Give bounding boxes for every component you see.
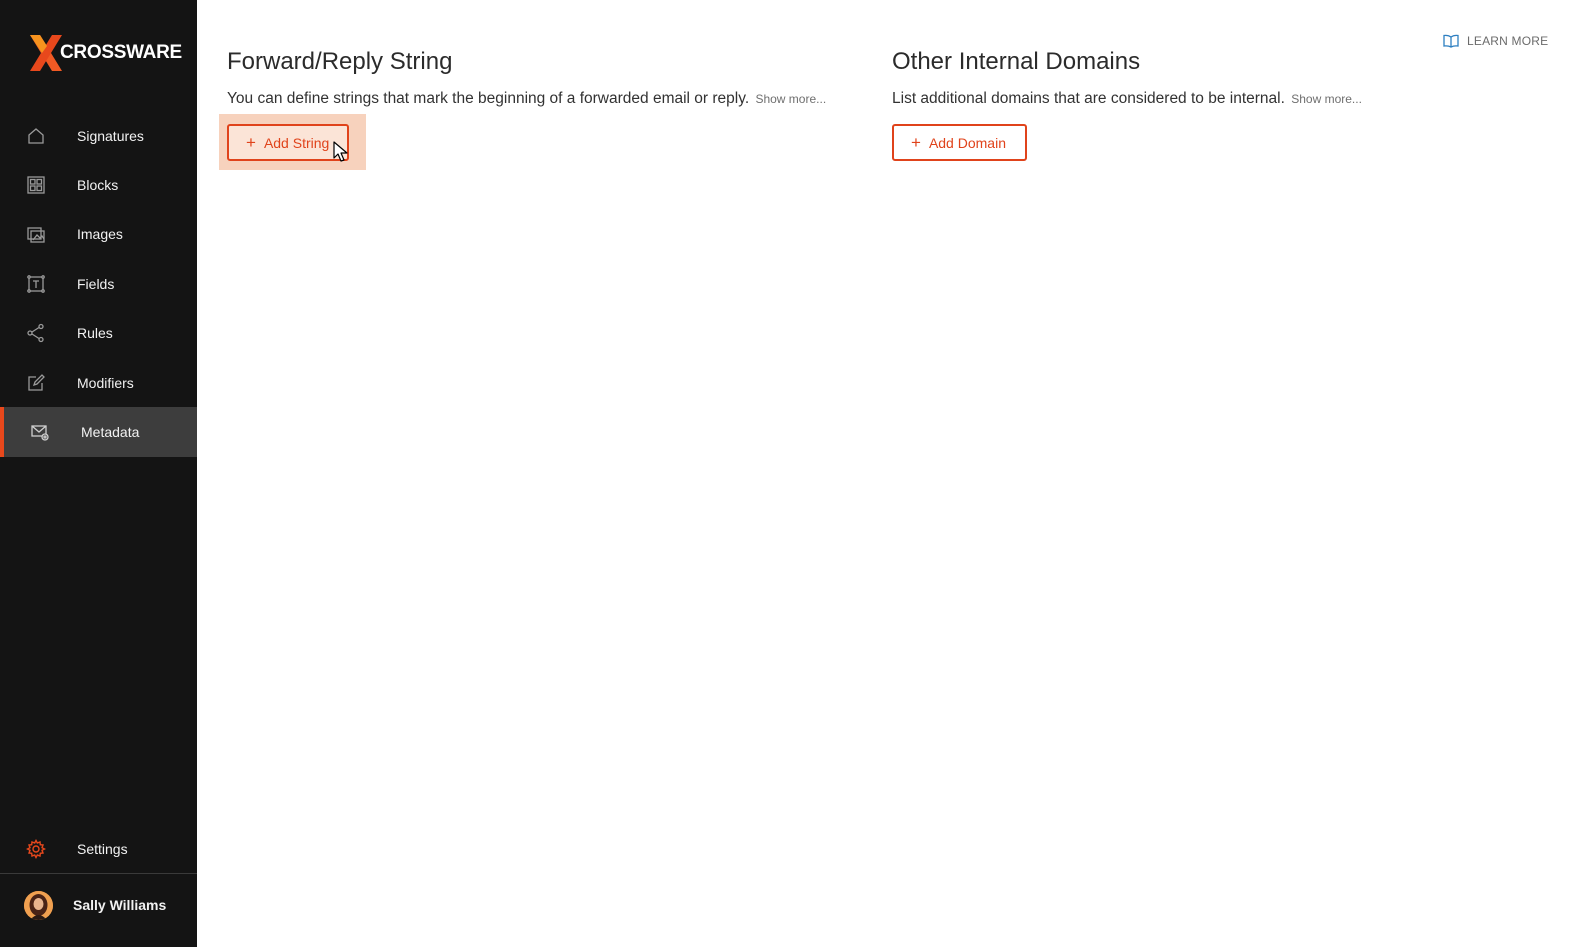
sidebar-item-blocks[interactable]: Blocks [0, 160, 197, 209]
edit-square-icon [26, 373, 46, 393]
sidebar-nav: Signatures Blocks Images Fields Rules Mo… [0, 111, 197, 458]
sidebar-item-label: Modifiers [77, 374, 134, 391]
learn-more-link[interactable]: LEARN MORE [1443, 34, 1548, 48]
brand-name: CROSSWARE [60, 42, 182, 63]
section-description: You can define strings that mark the beg… [227, 90, 826, 108]
user-profile[interactable]: Sally Williams [0, 880, 197, 930]
settings-label: Settings [77, 841, 128, 857]
sidebar-item-settings[interactable]: Settings [0, 825, 197, 873]
sidebar-item-fields[interactable]: Fields [0, 259, 197, 308]
user-name: Sally Williams [73, 897, 167, 913]
forward-reply-section: Forward/Reply String You can define stri… [227, 46, 826, 108]
sidebar-divider [0, 873, 197, 874]
show-more-link[interactable]: Show more... [1291, 92, 1362, 106]
sidebar-item-metadata[interactable]: Metadata [0, 407, 197, 458]
section-title: Other Internal Domains [892, 48, 1141, 75]
sidebar: CROSSWARE Signatures Blocks Images Field… [0, 0, 197, 947]
mail-settings-icon [30, 422, 50, 442]
sidebar-item-signatures[interactable]: Signatures [0, 111, 197, 160]
learn-more-label: LEARN MORE [1467, 34, 1549, 48]
home-icon [26, 126, 46, 146]
sidebar-item-label: Blocks [77, 177, 119, 194]
sidebar-item-label: Images [77, 226, 123, 243]
blocks-grid-icon [26, 175, 46, 195]
section-title: Forward/Reply String [227, 48, 453, 75]
section-description: List additional domains that are conside… [892, 90, 1362, 108]
add-string-button[interactable]: + Add String [227, 124, 349, 161]
sidebar-item-label: Metadata [81, 424, 140, 441]
sidebar-item-rules[interactable]: Rules [0, 309, 197, 358]
mouse-cursor-icon [333, 141, 348, 162]
images-icon [26, 224, 46, 244]
open-book-icon [1443, 34, 1459, 48]
plus-icon: + [246, 133, 256, 152]
gear-icon [26, 839, 46, 859]
sidebar-item-images[interactable]: Images [0, 210, 197, 259]
sidebar-item-modifiers[interactable]: Modifiers [0, 358, 197, 407]
avatar [24, 890, 53, 920]
text-field-icon [26, 274, 46, 294]
share-nodes-icon [26, 323, 46, 343]
button-label: Add Domain [928, 134, 1006, 151]
crossware-x-icon [30, 35, 62, 71]
crossware-logo[interactable]: CROSSWARE [28, 33, 182, 73]
description-text: List additional domains that are conside… [892, 90, 1285, 107]
sidebar-item-label: Signatures [77, 127, 144, 144]
button-label: Add String [263, 134, 330, 151]
sidebar-item-label: Rules [77, 325, 113, 342]
internal-domains-section: Other Internal Domains List additional d… [892, 46, 1362, 108]
show-more-link[interactable]: Show more... [755, 92, 826, 106]
plus-icon: + [911, 133, 921, 152]
description-text: You can define strings that mark the beg… [227, 90, 750, 107]
sidebar-item-label: Fields [77, 275, 115, 292]
add-domain-button[interactable]: + Add Domain [892, 124, 1027, 161]
